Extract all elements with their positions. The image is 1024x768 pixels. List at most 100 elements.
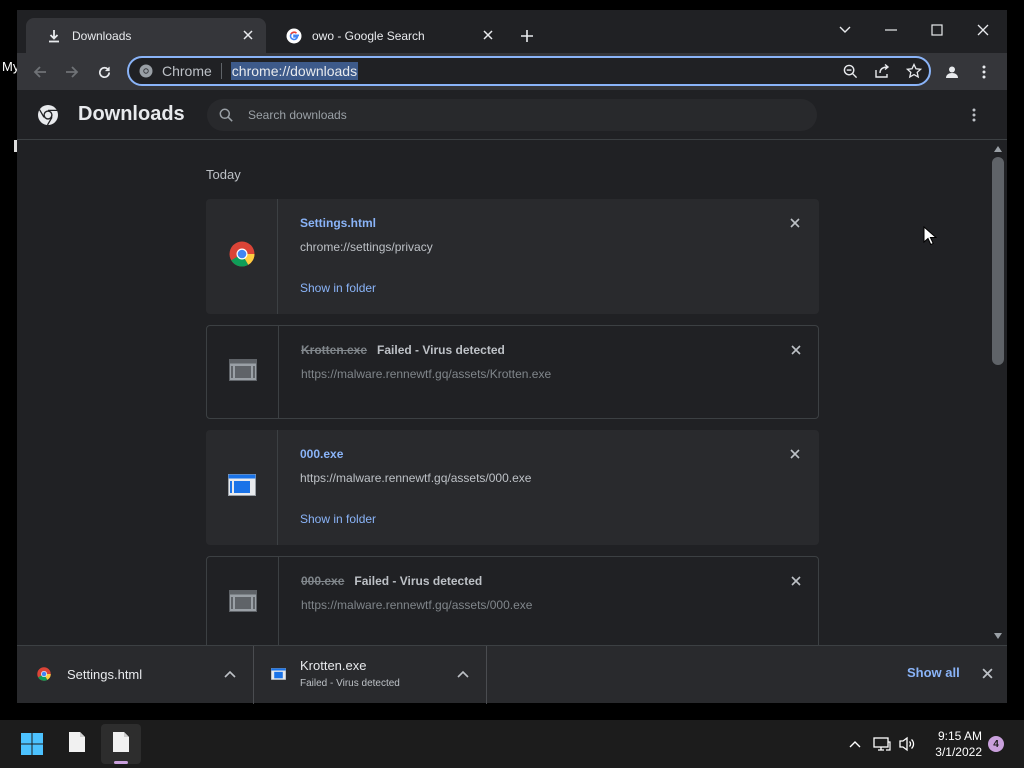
- more-actions-icon[interactable]: [965, 106, 983, 124]
- file-name-link[interactable]: 000.exe: [300, 447, 343, 461]
- chrome-window: Downloads owo - Google Search Chrome chr…: [17, 10, 1007, 704]
- remove-item-icon[interactable]: [787, 215, 803, 231]
- tab-title: Downloads: [72, 28, 132, 43]
- chevron-up-icon[interactable]: [456, 667, 470, 681]
- download-item: 000.exe https://malware.rennewtf.gq/asse…: [206, 430, 819, 545]
- failed-file-name: Krotten.exe: [301, 343, 368, 357]
- mouse-cursor-icon: [923, 225, 938, 246]
- tab-strip: Downloads owo - Google Search: [17, 10, 1007, 53]
- browser-menu-icon[interactable]: [973, 61, 995, 83]
- clock-time: 9:15 AM: [937, 729, 982, 743]
- close-tab-icon[interactable]: [240, 27, 256, 43]
- file-name: 000.exe Failed - Virus detected: [301, 574, 482, 588]
- remove-item-icon[interactable]: [787, 446, 803, 462]
- date-heading: Today: [206, 167, 241, 182]
- tab-google-search[interactable]: owo - Google Search: [266, 18, 506, 53]
- address-bar[interactable]: Chrome chrome://downloads: [127, 56, 931, 86]
- site-chip-label: Chrome: [162, 63, 212, 79]
- profile-icon[interactable]: [941, 61, 963, 83]
- shelf-item-krotten[interactable]: Krotten.exe Failed - Virus detected: [254, 646, 487, 704]
- reload-button[interactable]: [93, 61, 115, 83]
- remove-item-icon[interactable]: [788, 342, 804, 358]
- scroll-down-arrow-icon[interactable]: [993, 631, 1003, 641]
- volume-icon[interactable]: [897, 734, 917, 754]
- shelf-item-settings[interactable]: Settings.html: [17, 646, 254, 704]
- show-all-link[interactable]: Show all: [907, 665, 960, 680]
- tab-title: owo - Google Search: [312, 28, 425, 43]
- download-item: Settings.html chrome://settings/privacy …: [206, 199, 819, 314]
- shelf-file-status: Failed - Virus detected: [300, 678, 400, 689]
- failed-file-name: 000.exe: [301, 574, 345, 588]
- downloads-header: Downloads Search downloads: [17, 90, 1007, 140]
- document-icon: [68, 731, 86, 758]
- scrollbar-thumb[interactable]: [992, 157, 1004, 365]
- desktop: My Downloads owo - Google Search Chrome …: [0, 0, 1024, 768]
- chrome-logo-icon: [37, 104, 59, 126]
- chevron-up-icon[interactable]: [223, 667, 237, 681]
- download-icon-column: [206, 199, 278, 314]
- minimize-button[interactable]: [876, 15, 906, 45]
- exe-file-icon: [271, 667, 287, 683]
- download-icon-column: [207, 326, 279, 418]
- downloads-list: Today Settings.html chrome://settings/pr…: [17, 141, 989, 645]
- close-tab-icon[interactable]: [480, 27, 496, 43]
- downloads-page: Downloads Search downloads Today Setting…: [17, 90, 1007, 645]
- taskbar: 9:15 AM 3/1/2022 4: [0, 720, 1024, 768]
- bookmark-star-icon[interactable]: [905, 62, 923, 80]
- taskbar-file-app[interactable]: [57, 724, 97, 764]
- download-icon-column: [206, 430, 278, 545]
- page-title: Downloads: [78, 103, 185, 125]
- file-url[interactable]: https://malware.rennewtf.gq/assets/000.e…: [300, 471, 531, 485]
- network-icon[interactable]: [872, 734, 892, 754]
- failure-status: Failed - Virus detected: [354, 574, 483, 588]
- shelf-file-name: Krotten.exe: [300, 658, 367, 673]
- omnibox-separator: [220, 63, 222, 79]
- file-url[interactable]: https://malware.rennewtf.gq/assets/Krott…: [301, 367, 551, 381]
- start-button[interactable]: [12, 724, 52, 764]
- file-url[interactable]: chrome://settings/privacy: [300, 240, 433, 254]
- shelf-file-name: Settings.html: [67, 667, 143, 682]
- vertical-scrollbar[interactable]: [989, 141, 1007, 645]
- notification-badge[interactable]: 4: [988, 736, 1004, 752]
- file-name-link[interactable]: Settings.html: [300, 216, 376, 230]
- browser-toolbar: Chrome chrome://downloads: [17, 53, 1007, 90]
- document-icon: [112, 731, 130, 758]
- url-text[interactable]: chrome://downloads: [230, 62, 359, 80]
- remove-item-icon[interactable]: [788, 573, 804, 589]
- download-shelf: Settings.html Krotten.exe Failed - Virus…: [17, 645, 1007, 704]
- back-button[interactable]: [29, 61, 51, 83]
- search-downloads-input[interactable]: Search downloads: [207, 99, 817, 131]
- close-shelf-icon[interactable]: [979, 665, 995, 681]
- taskbar-active-app[interactable]: [101, 724, 141, 764]
- file-url[interactable]: https://malware.rennewtf.gq/assets/000.e…: [301, 598, 532, 612]
- chrome-file-icon: [37, 667, 53, 683]
- exe-file-icon: [227, 474, 256, 501]
- download-icon-column: [207, 557, 279, 645]
- failure-status: Failed - Virus detected: [377, 343, 505, 357]
- chevron-up-icon[interactable]: [845, 734, 865, 754]
- zoom-icon[interactable]: [841, 62, 859, 80]
- system-clock[interactable]: 9:15 AM 3/1/2022: [930, 728, 982, 760]
- show-in-folder-link[interactable]: Show in folder: [300, 281, 376, 295]
- active-app-indicator: [114, 761, 128, 764]
- clock-date: 3/1/2022: [935, 745, 982, 759]
- chrome-icon: [139, 64, 153, 78]
- share-icon[interactable]: [873, 62, 891, 80]
- close-window-button[interactable]: [968, 15, 998, 45]
- download-item-failed: Krotten.exe Failed - Virus detected https…: [206, 325, 819, 419]
- chrome-file-icon: [229, 241, 255, 272]
- new-tab-button[interactable]: [517, 26, 537, 46]
- download-item-failed: 000.exe Failed - Virus detected https://m…: [206, 556, 819, 645]
- site-info-chip[interactable]: Chrome: [139, 63, 212, 79]
- forward-button[interactable]: [61, 61, 83, 83]
- maximize-button[interactable]: [922, 15, 952, 45]
- show-in-folder-link[interactable]: Show in folder: [300, 512, 376, 526]
- search-placeholder: Search downloads: [248, 108, 347, 122]
- download-icon: [46, 28, 62, 44]
- tab-search-icon[interactable]: [830, 15, 860, 45]
- tab-downloads[interactable]: Downloads: [26, 18, 266, 53]
- scroll-up-arrow-icon[interactable]: [993, 144, 1003, 154]
- google-icon: [286, 28, 302, 44]
- exe-file-icon: [228, 358, 257, 386]
- search-icon: [219, 107, 235, 123]
